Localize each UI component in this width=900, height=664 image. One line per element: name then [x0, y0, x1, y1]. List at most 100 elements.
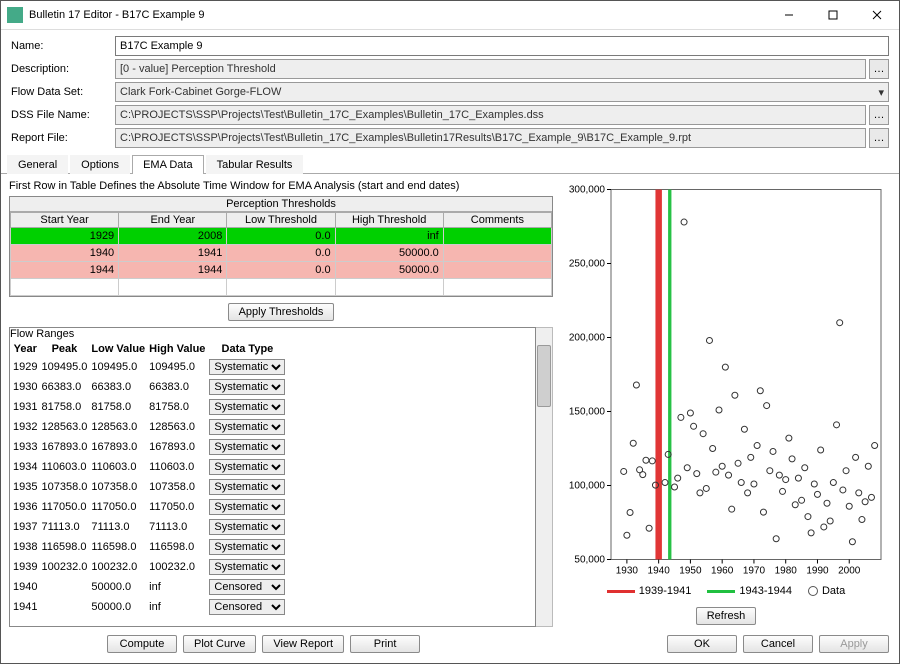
- flow-col-header[interactable]: Peak: [40, 342, 88, 356]
- flow-row[interactable]: 1933167893.0167893.0167893.0Systematic: [12, 438, 286, 456]
- dssfile-label: DSS File Name:: [11, 109, 111, 121]
- tab-general[interactable]: General: [7, 155, 68, 174]
- svg-text:1990: 1990: [806, 566, 829, 577]
- flow-row[interactable]: 1939100232.0100232.0100232.0Systematic: [12, 558, 286, 576]
- reportfile-label: Report File:: [11, 132, 111, 144]
- tab-ema-data[interactable]: EMA Data: [132, 155, 204, 174]
- pt-col-header[interactable]: Low Threshold: [227, 213, 335, 228]
- data-type-select[interactable]: Systematic: [209, 359, 285, 375]
- data-type-select[interactable]: Systematic: [209, 379, 285, 395]
- svg-text:150,000: 150,000: [569, 407, 606, 418]
- pt-col-header[interactable]: End Year: [119, 213, 227, 228]
- pt-row[interactable]: 194419440.050000.0: [11, 262, 552, 279]
- data-type-select[interactable]: Systematic: [209, 539, 285, 555]
- data-type-select[interactable]: Systematic: [209, 559, 285, 575]
- data-type-select[interactable]: Systematic: [209, 439, 285, 455]
- svg-text:50,000: 50,000: [574, 555, 605, 566]
- svg-text:100,000: 100,000: [569, 481, 606, 492]
- data-type-select[interactable]: Systematic: [209, 459, 285, 475]
- caption-text: First Row in Table Defines the Absolute …: [9, 178, 553, 196]
- legend-label-2: 1943-1944: [739, 585, 792, 597]
- svg-text:1970: 1970: [743, 566, 766, 577]
- flow-row[interactable]: 194050000.0infCensored: [12, 578, 286, 596]
- cancel-button[interactable]: Cancel: [743, 635, 813, 653]
- tab-options[interactable]: Options: [70, 155, 130, 174]
- data-type-select[interactable]: Systematic: [209, 499, 285, 515]
- ok-button[interactable]: OK: [667, 635, 737, 653]
- svg-text:1930: 1930: [616, 566, 639, 577]
- reportfile-field: C:\PROJECTS\SSP\Projects\Test\Bulletin_1…: [115, 128, 866, 148]
- description-more-button[interactable]: …: [869, 59, 889, 79]
- compute-button[interactable]: Compute: [107, 635, 177, 653]
- tab-strip: General Options EMA Data Tabular Results: [1, 154, 899, 174]
- flow-col-header[interactable]: Low Value: [90, 342, 146, 356]
- flow-scrollbar[interactable]: [536, 327, 553, 627]
- maximize-button[interactable]: [811, 1, 855, 29]
- svg-text:1960: 1960: [711, 566, 734, 577]
- pt-row[interactable]: [11, 279, 552, 296]
- data-type-select[interactable]: Censored: [209, 599, 285, 615]
- bulletin17-editor-window: Bulletin 17 Editor - B17C Example 9 Name…: [0, 0, 900, 664]
- flow-row[interactable]: 1932128563.0128563.0128563.0Systematic: [12, 418, 286, 436]
- footer: Compute Plot Curve View Report Print OK …: [1, 629, 899, 663]
- dssfile-field: C:\PROJECTS\SSP\Projects\Test\Bulletin_1…: [115, 105, 866, 125]
- pt-row[interactable]: 192920080.0inf: [11, 228, 552, 245]
- apply-button[interactable]: Apply: [819, 635, 889, 653]
- data-type-select[interactable]: Systematic: [209, 519, 285, 535]
- perception-thresholds-grid[interactable]: Perception Thresholds Start YearEnd Year…: [9, 196, 553, 297]
- svg-text:2000: 2000: [838, 566, 861, 577]
- flow-row[interactable]: 193066383.066383.066383.0Systematic: [12, 378, 286, 396]
- pt-col-header[interactable]: High Threshold: [335, 213, 443, 228]
- flow-row[interactable]: 194150000.0infCensored: [12, 598, 286, 616]
- flow-col-header[interactable]: Data Type: [208, 342, 286, 356]
- svg-text:250,000: 250,000: [569, 259, 606, 270]
- flow-row[interactable]: 1936117050.0117050.0117050.0Systematic: [12, 498, 286, 516]
- name-input[interactable]: [115, 36, 889, 56]
- svg-text:1980: 1980: [775, 566, 798, 577]
- dssfile-browse-button[interactable]: …: [869, 105, 889, 125]
- data-type-select[interactable]: Systematic: [209, 479, 285, 495]
- plot-curve-button[interactable]: Plot Curve: [183, 635, 256, 653]
- app-icon: [7, 7, 23, 23]
- flow-col-header[interactable]: Year: [12, 342, 38, 356]
- chart-legend: 1939-1941 1943-1944 Data: [561, 581, 891, 601]
- flow-row[interactable]: 1935107358.0107358.0107358.0Systematic: [12, 478, 286, 496]
- legend-label-3: Data: [822, 585, 845, 597]
- legend-swatch-1: [607, 590, 635, 593]
- close-button[interactable]: [855, 1, 899, 29]
- flowdataset-label: Flow Data Set:: [11, 86, 111, 98]
- flow-row[interactable]: 1929109495.0109495.0109495.0Systematic: [12, 358, 286, 376]
- flow-col-header[interactable]: High Value: [148, 342, 206, 356]
- reportfile-browse-button[interactable]: …: [869, 128, 889, 148]
- flow-header: Flow Ranges: [10, 328, 535, 340]
- svg-text:300,000: 300,000: [569, 185, 606, 196]
- data-type-select[interactable]: Censored: [209, 579, 285, 595]
- flow-row[interactable]: 193771113.071113.071113.0Systematic: [12, 518, 286, 536]
- description-label: Description:: [11, 63, 111, 75]
- form-fields: Name: Description: [0 - value] Perceptio…: [1, 30, 899, 150]
- pt-col-header[interactable]: Start Year: [11, 213, 119, 228]
- legend-label-1: 1939-1941: [639, 585, 692, 597]
- svg-text:1940: 1940: [648, 566, 671, 577]
- flowdataset-field[interactable]: Clark Fork-Cabinet Gorge-FLOW▾: [115, 82, 889, 102]
- window-title: Bulletin 17 Editor - B17C Example 9: [29, 9, 767, 21]
- data-type-select[interactable]: Systematic: [209, 399, 285, 415]
- refresh-button[interactable]: Refresh: [696, 607, 757, 625]
- apply-thresholds-button[interactable]: Apply Thresholds: [228, 303, 335, 321]
- print-button[interactable]: Print: [350, 635, 420, 653]
- pt-row[interactable]: 194019410.050000.0: [11, 245, 552, 262]
- flow-row[interactable]: 193181758.081758.081758.0Systematic: [12, 398, 286, 416]
- svg-text:1950: 1950: [679, 566, 702, 577]
- tab-tabular-results[interactable]: Tabular Results: [206, 155, 304, 174]
- flow-row[interactable]: 1934110603.0110603.0110603.0Systematic: [12, 458, 286, 476]
- data-type-select[interactable]: Systematic: [209, 419, 285, 435]
- chart-area[interactable]: 50,000100,000150,000200,000250,000300,00…: [561, 178, 891, 581]
- pt-col-header[interactable]: Comments: [443, 213, 551, 228]
- legend-point-icon: [808, 586, 818, 596]
- minimize-button[interactable]: [767, 1, 811, 29]
- flow-ranges-grid[interactable]: Flow Ranges YearPeakLow ValueHigh ValueD…: [9, 327, 536, 627]
- title-bar: Bulletin 17 Editor - B17C Example 9: [1, 1, 899, 30]
- flow-row[interactable]: 1938116598.0116598.0116598.0Systematic: [12, 538, 286, 556]
- scrollbar-thumb[interactable]: [537, 345, 551, 407]
- view-report-button[interactable]: View Report: [262, 635, 344, 653]
